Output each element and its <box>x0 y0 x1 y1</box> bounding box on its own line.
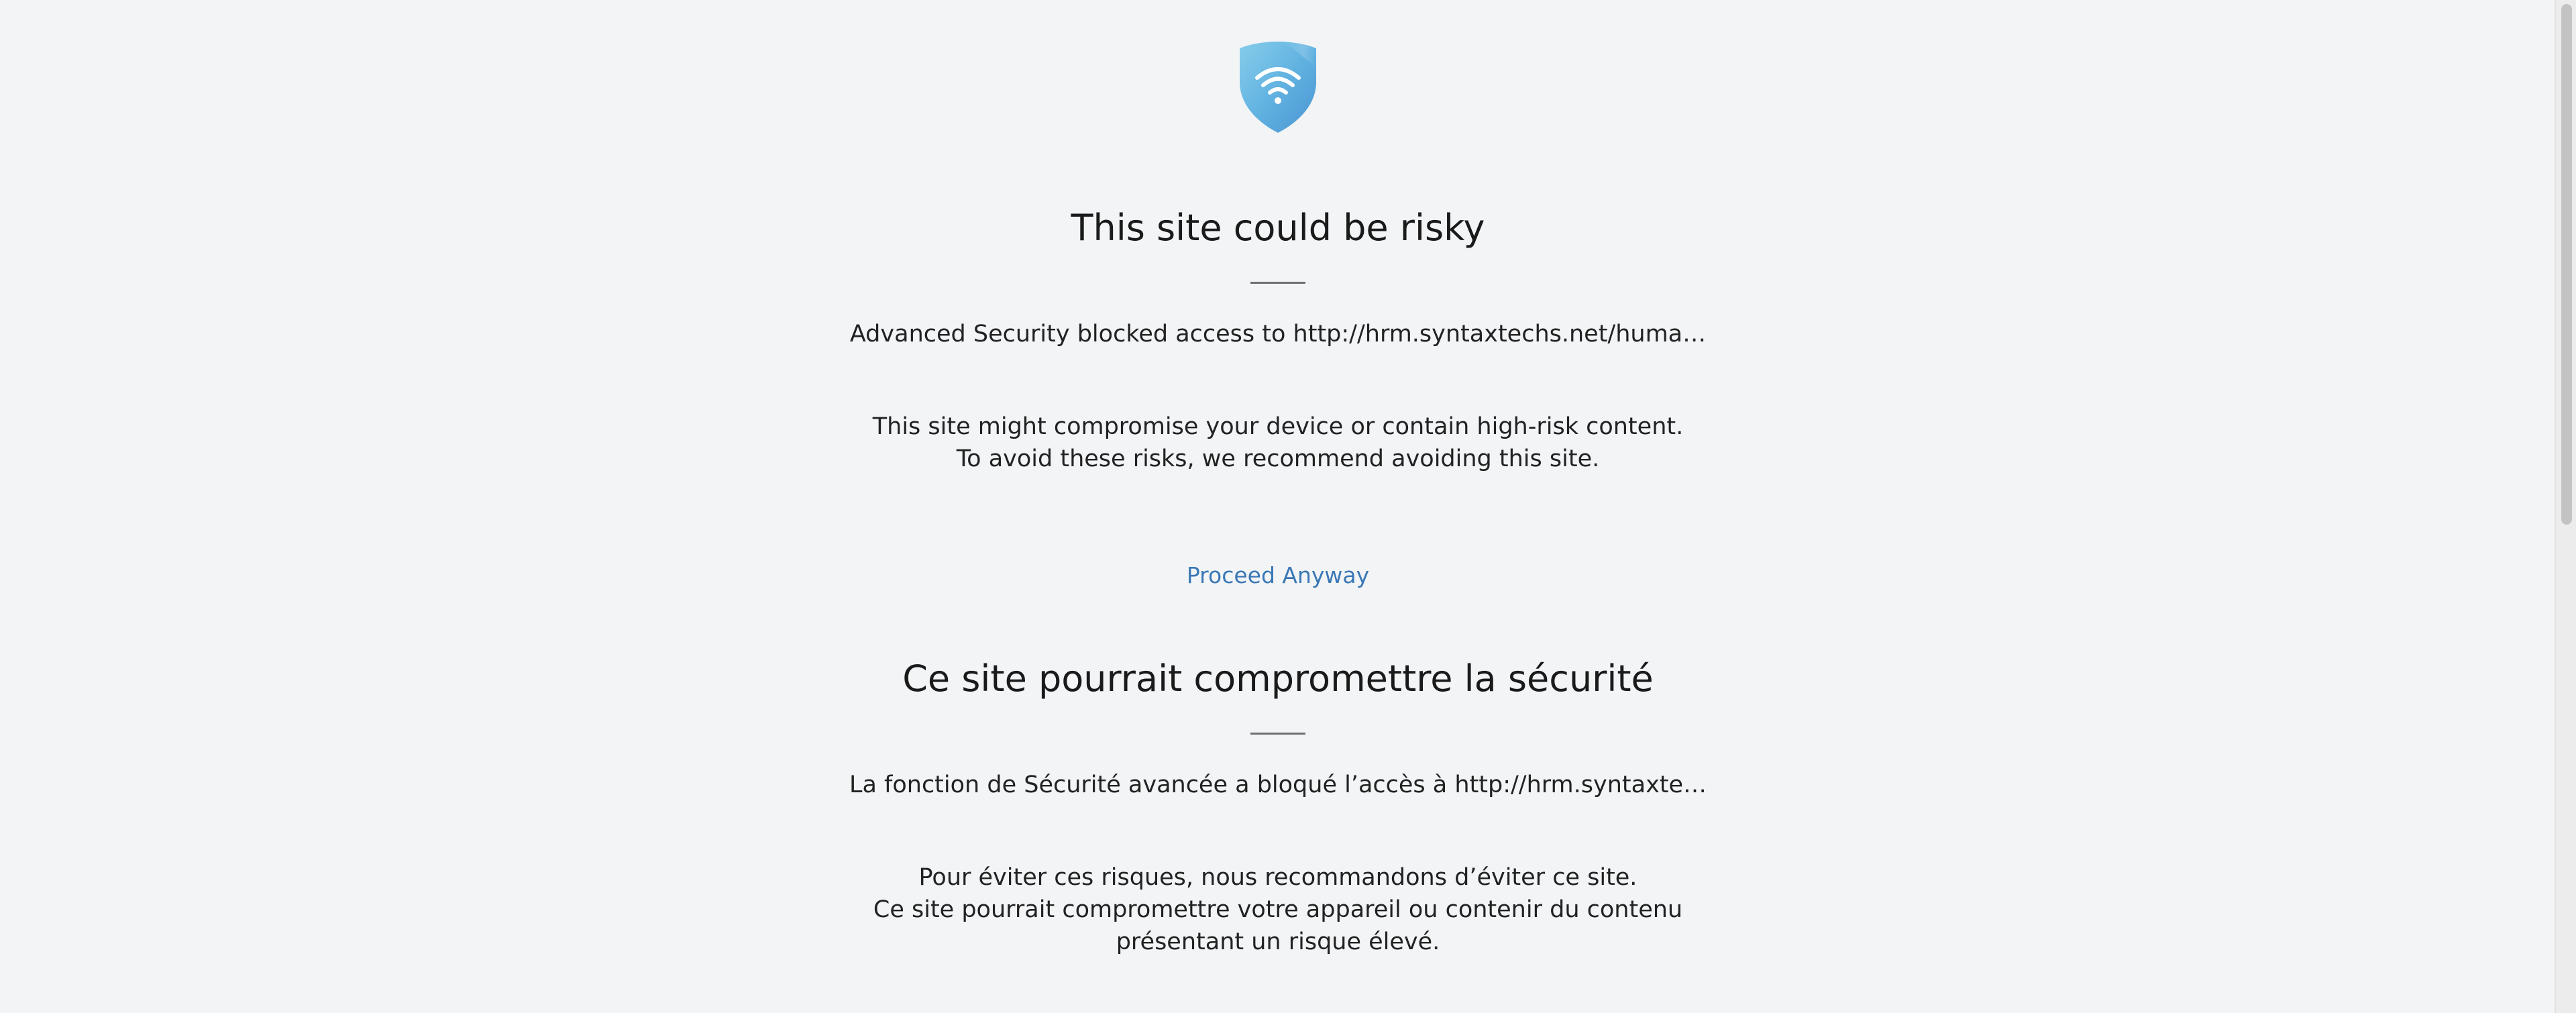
french-description-line-1: Pour éviter ces risques, nous recommando… <box>918 864 1638 891</box>
english-divider <box>1250 282 1305 284</box>
french-title: Ce site pourrait compromettre la sécurit… <box>902 657 1654 700</box>
french-description-line-2: Ce site pourrait compromettre votre appa… <box>873 896 1683 923</box>
english-description-line-1: This site might compromise your device o… <box>872 413 1684 440</box>
french-blocked-message: La fonction de Sécurité avancée a bloqué… <box>849 771 1707 798</box>
warning-page: This site could be risky Advanced Securi… <box>0 0 2576 1013</box>
english-title: This site could be risky <box>1071 207 1485 249</box>
scrollbar-thumb[interactable] <box>2561 4 2572 525</box>
french-divider <box>1250 733 1305 735</box>
vertical-scrollbar[interactable] <box>2555 0 2576 1013</box>
shield-wifi-icon <box>1240 42 1316 133</box>
english-description-line-2: To avoid these risks, we recommend avoid… <box>956 445 1600 472</box>
english-blocked-message: Advanced Security blocked access to http… <box>849 321 1707 348</box>
french-description-line-3: présentant un risque élevé. <box>1116 928 1440 955</box>
proceed-anyway-link[interactable]: Proceed Anyway <box>0 562 2556 588</box>
